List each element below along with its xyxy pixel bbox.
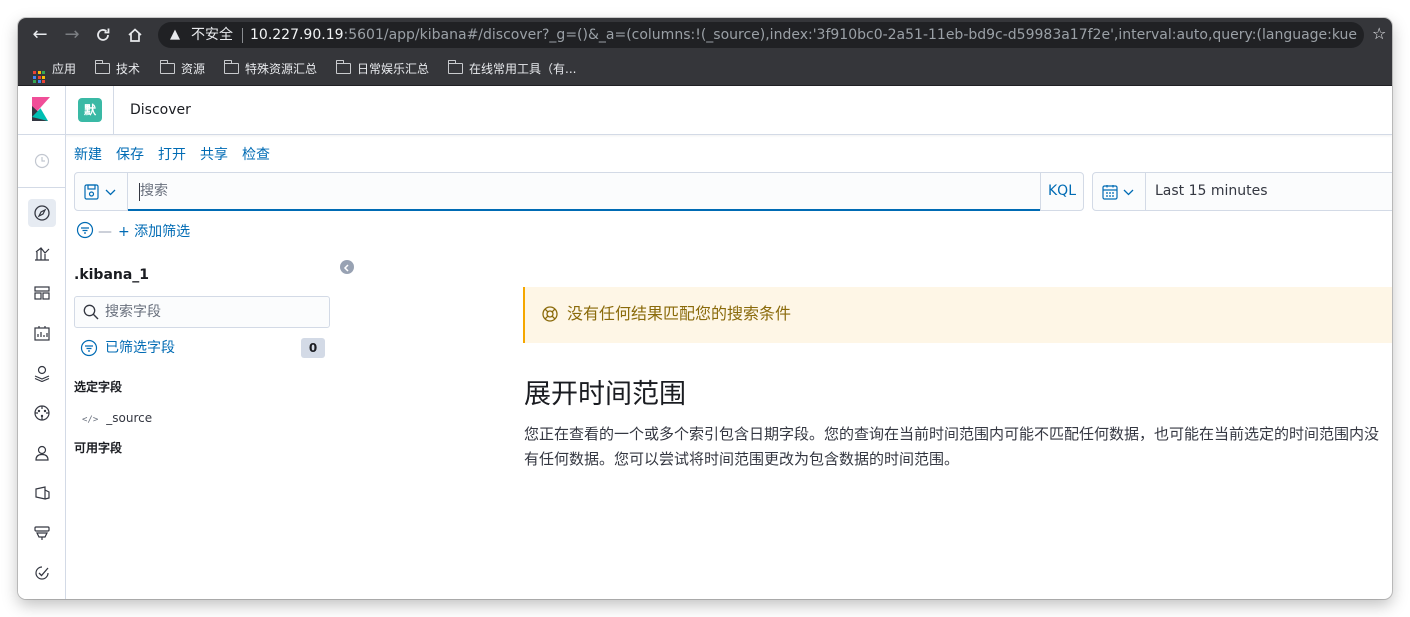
bookmark-folder-entertainment[interactable]: 日常娱乐汇总 — [335, 60, 429, 77]
uptime-icon[interactable] — [28, 519, 56, 547]
calendar-icon — [1102, 185, 1118, 200]
selected-fields-count-badge: 0 — [301, 338, 325, 358]
bookmark-folder-tools[interactable]: 在线常用工具（有... — [447, 60, 576, 77]
bookmark-folder-special[interactable]: 特殊资源汇总 — [223, 60, 317, 77]
reload-icon[interactable] — [91, 23, 115, 47]
save-icon — [84, 184, 99, 200]
menu-new[interactable]: 新建 — [74, 147, 102, 163]
maps-icon[interactable] — [28, 359, 56, 387]
no-results-callout: 没有任何结果匹配您的搜索条件 — [523, 287, 1392, 343]
security-label: 不安全 — [191, 27, 233, 43]
add-filter-button[interactable]: + 添加筛选 — [118, 224, 190, 240]
search-input[interactable]: 搜索 — [128, 172, 1040, 211]
selected-fields-filter-label: 已筛选字段 — [105, 340, 175, 356]
field-item-source[interactable]: </> _source — [82, 410, 152, 426]
time-range-display[interactable]: Last 15 minutes — [1146, 172, 1392, 211]
header-divider — [65, 86, 66, 135]
users-icon[interactable] — [28, 439, 56, 467]
back-icon[interactable]: ← — [28, 23, 52, 47]
expand-time-range-description: 您正在查看的一个或多个索引包含日期字段。您的查询在当前时间范围内可能不匹配任何数… — [524, 425, 1380, 468]
filter-divider: — — [98, 224, 112, 240]
bookmark-apps[interactable]: 应用 — [33, 61, 76, 83]
warning-icon: ▲ — [170, 27, 180, 42]
recent-clock-icon[interactable] — [28, 147, 56, 175]
folder-icon — [159, 60, 175, 74]
canvas-icon[interactable] — [28, 319, 56, 347]
filter-options-icon[interactable] — [76, 221, 94, 239]
apps-grid-icon — [33, 71, 45, 83]
apm-icon[interactable] — [28, 479, 56, 507]
home-icon[interactable] — [123, 23, 147, 47]
visualize-icon[interactable] — [28, 239, 56, 267]
folder-icon — [335, 60, 351, 74]
folder-icon — [447, 60, 463, 74]
filter-icon — [80, 339, 98, 357]
filter-bar: — + 添加筛选 — [76, 221, 190, 241]
machine-learning-icon[interactable] — [28, 399, 56, 427]
discover-icon[interactable] — [28, 199, 56, 227]
menu-open[interactable]: 打开 — [158, 147, 186, 163]
address-separator — [242, 28, 243, 43]
space-avatar[interactable]: 默 — [78, 98, 102, 122]
date-quick-select-button[interactable] — [1092, 172, 1146, 211]
chevron-down-icon — [105, 189, 116, 196]
browser-toolbar: ← → ▲ 不安全 10.227.90.19:5601/app/kibana#/… — [18, 18, 1392, 52]
bookmark-folder-tech[interactable]: 技术 — [94, 60, 140, 77]
rail-divider — [18, 187, 65, 188]
monitoring-icon[interactable] — [28, 559, 56, 587]
address-bar[interactable]: ▲ 不安全 10.227.90.19:5601/app/kibana#/disc… — [158, 22, 1364, 48]
field-type-code-icon: </> — [82, 415, 99, 425]
url-text: 10.227.90.19:5601/app/kibana#/discover?_… — [250, 27, 1358, 43]
menu-inspect[interactable]: 检查 — [242, 147, 270, 163]
header-divider — [113, 86, 114, 135]
bookmark-star-icon[interactable]: ☆ — [1372, 24, 1386, 44]
kibana-logo-icon[interactable] — [32, 97, 50, 121]
field-search-input[interactable]: 搜索字段 — [74, 296, 330, 328]
query-bar: 搜索 KQL Last 15 minutes — [74, 172, 1392, 211]
kibana-header: 默 Discover — [18, 86, 1392, 135]
selected-fields-heading: 选定字段 — [74, 380, 123, 394]
side-nav — [18, 135, 66, 599]
field-name: _source — [106, 411, 153, 425]
folder-icon — [223, 60, 239, 74]
field-search-placeholder: 搜索字段 — [105, 304, 161, 320]
help-lifebuoy-icon — [542, 306, 558, 322]
browser-window: ← → ▲ 不安全 10.227.90.19:5601/app/kibana#/… — [18, 18, 1392, 599]
menu-share[interactable]: 共享 — [200, 147, 228, 163]
dashboard-icon[interactable] — [28, 279, 56, 307]
expand-time-range-heading: 展开时间范围 — [524, 379, 686, 410]
bookmark-folder-resources[interactable]: 资源 — [159, 60, 205, 77]
menu-save[interactable]: 保存 — [116, 147, 144, 163]
bookmarks-bar: 应用 技术 资源 特殊资源汇总 日常娱乐汇总 在线常用工具（有... — [18, 52, 1392, 86]
selected-fields-filter[interactable]: 已筛选字段 0 — [80, 338, 326, 358]
forward-icon[interactable]: → — [60, 23, 84, 47]
collapse-sidebar-icon[interactable] — [340, 260, 354, 274]
search-icon — [83, 304, 99, 320]
saved-query-button[interactable] — [74, 172, 128, 211]
breadcrumb: Discover — [130, 102, 191, 118]
kql-language-button[interactable]: KQL — [1040, 172, 1084, 211]
folder-icon — [94, 60, 110, 74]
no-results-message: 没有任何结果匹配您的搜索条件 — [567, 304, 792, 323]
top-nav-menu: 新建 保存 打开 共享 检查 — [74, 146, 284, 164]
available-fields-heading: 可用字段 — [74, 441, 123, 455]
index-pattern-title[interactable]: .kibana_1 — [74, 266, 149, 284]
chevron-down-icon — [1123, 189, 1134, 196]
